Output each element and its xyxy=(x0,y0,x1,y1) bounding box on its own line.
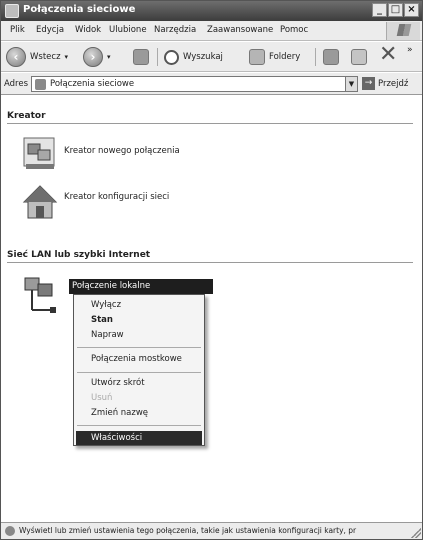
lan-connection-icon xyxy=(22,276,58,314)
toolbar-overflow-button[interactable]: » xyxy=(407,44,413,56)
menu-item-rename[interactable]: Zmień nazwę xyxy=(91,408,148,418)
status-bar: Wyświetl lub zmień ustawienia tego połąc… xyxy=(1,522,422,539)
address-bar: Adres Połączenia sieciowe ▼ → Przejdź xyxy=(1,73,422,95)
new-connection-wizard-icon xyxy=(22,134,58,172)
window-controls: _ □ × xyxy=(372,3,419,17)
menu-item-disable[interactable]: Wyłącz xyxy=(91,300,121,310)
chevron-down-icon: ▼ xyxy=(348,80,355,88)
menu-item-properties[interactable]: Właściwości xyxy=(76,431,202,445)
status-text: Wyświetl lub zmień ustawienia tego połąc… xyxy=(19,526,357,535)
maximize-button[interactable]: □ xyxy=(388,3,403,17)
move-to-icon xyxy=(323,49,339,65)
search-button[interactable]: Wyszukaj xyxy=(164,47,223,67)
chevron-down-icon[interactable]: ▾ xyxy=(65,53,69,61)
move-to-button[interactable] xyxy=(323,47,339,67)
content-pane: Kreator Kreator nowego połączenia Kreato… xyxy=(1,96,422,521)
title-bar: Połączenia sieciowe _ □ × xyxy=(1,1,422,21)
menu-item-create-shortcut[interactable]: Utwórz skrót xyxy=(91,378,145,388)
up-button[interactable] xyxy=(133,47,149,67)
folder-up-icon xyxy=(133,49,149,65)
new-connection-wizard-item[interactable]: Kreator nowego połączenia xyxy=(22,134,180,172)
menu-separator xyxy=(77,425,201,426)
folders-button[interactable]: Foldery xyxy=(249,47,300,67)
menu-help[interactable]: Pomoc xyxy=(280,25,308,35)
go-button[interactable]: → Przejdź xyxy=(362,77,408,90)
address-input[interactable]: Połączenia sieciowe xyxy=(31,76,358,92)
forward-arrow-icon: › xyxy=(83,47,103,67)
go-label: Przejdź xyxy=(378,78,409,89)
menu-item-repair[interactable]: Napraw xyxy=(91,330,124,340)
menu-separator xyxy=(77,347,201,348)
minimize-button[interactable]: _ xyxy=(372,3,387,17)
window-title: Połączenia sieciowe xyxy=(23,4,136,15)
menu-favorites[interactable]: Ulubione xyxy=(109,25,147,35)
chevron-down-icon[interactable]: ▾ xyxy=(107,53,111,61)
section-divider xyxy=(7,262,413,263)
copy-to-icon xyxy=(351,49,367,65)
network-connections-window: Połączenia sieciowe _ □ × Plik Edycja Wi… xyxy=(0,0,423,540)
new-connection-wizard-label: Kreator nowego połączenia xyxy=(64,146,180,156)
folders-icon xyxy=(249,49,265,65)
local-connection-label[interactable]: Połączenie lokalne xyxy=(69,279,213,294)
copy-to-button[interactable] xyxy=(351,47,367,67)
delete-icon: ✕ xyxy=(379,41,398,67)
home-network-icon xyxy=(22,184,58,222)
address-dropdown-button[interactable]: ▼ xyxy=(345,76,358,92)
toolbar-divider xyxy=(315,48,316,66)
section-title-wizard: Kreator xyxy=(7,111,46,121)
go-arrow-icon: → xyxy=(362,77,375,90)
address-value: Połączenia sieciowe xyxy=(50,79,135,89)
menu-view[interactable]: Widok xyxy=(75,25,101,35)
network-setup-wizard-label: Kreator konfiguracji sieci xyxy=(64,192,170,202)
menu-separator xyxy=(77,372,201,373)
back-label: Wstecz xyxy=(30,52,61,62)
menu-item-delete: Usuń xyxy=(91,393,113,403)
section-title-lan: Sieć LAN lub szybki Internet xyxy=(7,250,151,260)
network-folder-icon xyxy=(5,4,19,18)
toolbar-divider xyxy=(157,48,158,66)
menu-tools[interactable]: Narzędzia xyxy=(154,25,196,35)
network-setup-wizard-item[interactable]: Kreator konfiguracji sieci xyxy=(22,184,169,222)
back-button[interactable]: ‹ Wstecz ▾ xyxy=(6,47,68,67)
close-button[interactable]: × xyxy=(404,3,419,17)
network-folder-icon xyxy=(35,79,46,90)
delete-button[interactable]: ✕ xyxy=(379,41,398,67)
search-icon xyxy=(164,49,179,65)
context-menu: Wyłącz Stan Napraw Połączenia mostkowe U… xyxy=(73,294,205,446)
back-arrow-icon: ‹ xyxy=(6,47,26,67)
network-status-icon xyxy=(5,526,15,536)
address-label: Adres xyxy=(4,79,29,89)
chevron-right-icon: » xyxy=(407,45,413,55)
local-connection-item[interactable] xyxy=(22,276,58,314)
toolbar: ‹ Wstecz ▾ › ▾ Wyszukaj Foldery ✕ » xyxy=(1,42,422,72)
menu-edit[interactable]: Edycja xyxy=(36,25,64,35)
forward-button[interactable]: › ▾ xyxy=(83,47,111,67)
menu-item-status[interactable]: Stan xyxy=(91,315,113,325)
folders-label: Foldery xyxy=(269,52,301,62)
menu-file[interactable]: Plik xyxy=(10,25,25,35)
search-label: Wyszukaj xyxy=(183,52,223,62)
windows-logo-icon xyxy=(386,22,420,40)
resize-grip[interactable] xyxy=(411,528,421,538)
menu-advanced[interactable]: Zaawansowane xyxy=(207,25,273,35)
menu-item-properties-label: Właściwości xyxy=(91,433,143,443)
menu-item-bridge-connections[interactable]: Połączenia mostkowe xyxy=(91,354,182,364)
menu-bar: Plik Edycja Widok Ulubione Narzędzia Zaa… xyxy=(1,21,422,41)
section-divider xyxy=(7,123,413,124)
